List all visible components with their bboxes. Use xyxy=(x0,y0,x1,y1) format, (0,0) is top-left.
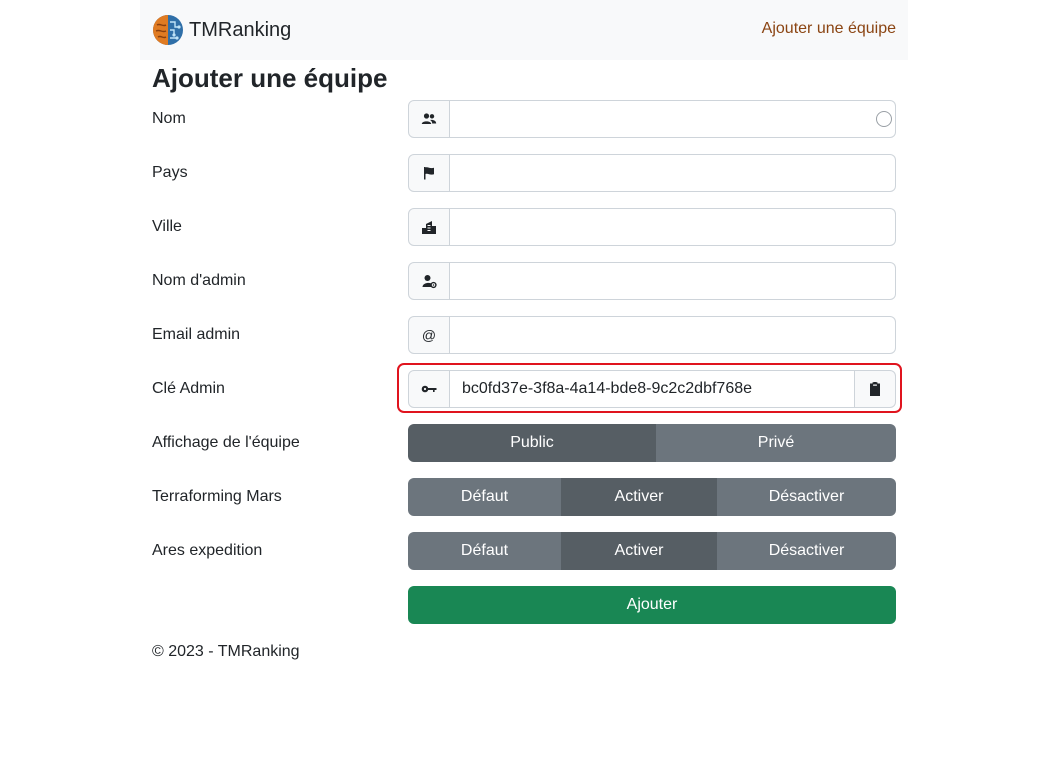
label-terraforming-mars: Terraforming Mars xyxy=(152,488,282,505)
copy-key-button[interactable] xyxy=(855,370,896,408)
ares-expedition-toggle-group: Défaut Activer Désactiver xyxy=(408,532,896,570)
page-title: Ajouter une équipe xyxy=(152,63,388,93)
visibility-option-private[interactable]: Privé xyxy=(656,424,896,462)
visibility-toggle-group: Public Privé xyxy=(408,424,896,462)
user-gear-icon xyxy=(408,262,450,300)
terraforming-mars-option-enable[interactable]: Activer xyxy=(561,478,717,516)
input-group-pays xyxy=(408,154,896,192)
form-row-nom: Nom xyxy=(152,100,896,138)
nom-input[interactable] xyxy=(450,100,896,138)
input-group-admin-email: @ xyxy=(408,316,896,354)
visibility-option-public[interactable]: Public xyxy=(408,424,656,462)
label-nom: Nom xyxy=(152,110,186,127)
label-visibility: Affichage de l'équipe xyxy=(152,434,300,451)
form-row-pays: Pays xyxy=(152,154,896,192)
terraforming-mars-option-disable[interactable]: Désactiver xyxy=(717,478,896,516)
brand-name: TMRanking xyxy=(189,18,292,41)
loading-spinner-icon xyxy=(876,111,892,127)
form-row-admin-name: Nom d'admin xyxy=(152,262,896,300)
terraforming-mars-option-default[interactable]: Défaut xyxy=(408,478,561,516)
admin-key-input[interactable]: bc0fd37e-3f8a-4a14-bde8-9c2c2dbf768e xyxy=(450,370,855,408)
ville-input[interactable] xyxy=(450,208,896,246)
key-icon xyxy=(408,370,450,408)
input-group-admin-name xyxy=(408,262,896,300)
navbar: TMRanking Ajouter une équipe xyxy=(140,0,908,60)
footer-copyright: © 2023 - TMRanking xyxy=(152,643,300,660)
submit-button[interactable]: Ajouter xyxy=(408,586,896,624)
flag-icon xyxy=(408,154,450,192)
admin-name-input[interactable] xyxy=(450,262,896,300)
label-admin-email: Email admin xyxy=(152,326,241,343)
brain-logo-icon xyxy=(153,15,183,45)
form-row-ares-expedition: Ares expedition Défaut Activer Désactive… xyxy=(152,532,896,570)
at-sign-icon: @ xyxy=(408,316,450,354)
clipboard-icon xyxy=(870,382,880,396)
pays-input[interactable] xyxy=(450,154,896,192)
label-ares-expedition: Ares expedition xyxy=(152,542,263,559)
label-pays: Pays xyxy=(152,164,188,181)
label-ville: Ville xyxy=(152,218,182,235)
label-admin-name: Nom d'admin xyxy=(152,272,246,289)
input-group-ville xyxy=(408,208,896,246)
label-admin-key: Clé Admin xyxy=(152,380,225,397)
input-group-nom xyxy=(408,100,896,138)
form-row-visibility: Affichage de l'équipe Public Privé xyxy=(152,424,896,462)
admin-email-input[interactable] xyxy=(450,316,896,354)
users-icon xyxy=(408,100,450,138)
form-row-admin-email: Email admin @ xyxy=(152,316,896,354)
ares-expedition-option-disable[interactable]: Désactiver xyxy=(717,532,896,570)
terraforming-mars-toggle-group: Défaut Activer Désactiver xyxy=(408,478,896,516)
city-icon xyxy=(408,208,450,246)
form-row-admin-key: Clé Admin bc0fd37e-3f8a-4a14-bde8-9c2c2d… xyxy=(152,370,896,408)
input-group-admin-key: bc0fd37e-3f8a-4a14-bde8-9c2c2dbf768e xyxy=(408,370,896,408)
ares-expedition-option-default[interactable]: Défaut xyxy=(408,532,561,570)
ares-expedition-option-enable[interactable]: Activer xyxy=(561,532,717,570)
brand-link[interactable]: TMRanking xyxy=(152,14,291,46)
form-row-ville: Ville xyxy=(152,208,896,246)
nav-link-add-team[interactable]: Ajouter une équipe xyxy=(762,20,896,38)
form-row-terraforming-mars: Terraforming Mars Défaut Activer Désacti… xyxy=(152,478,896,516)
